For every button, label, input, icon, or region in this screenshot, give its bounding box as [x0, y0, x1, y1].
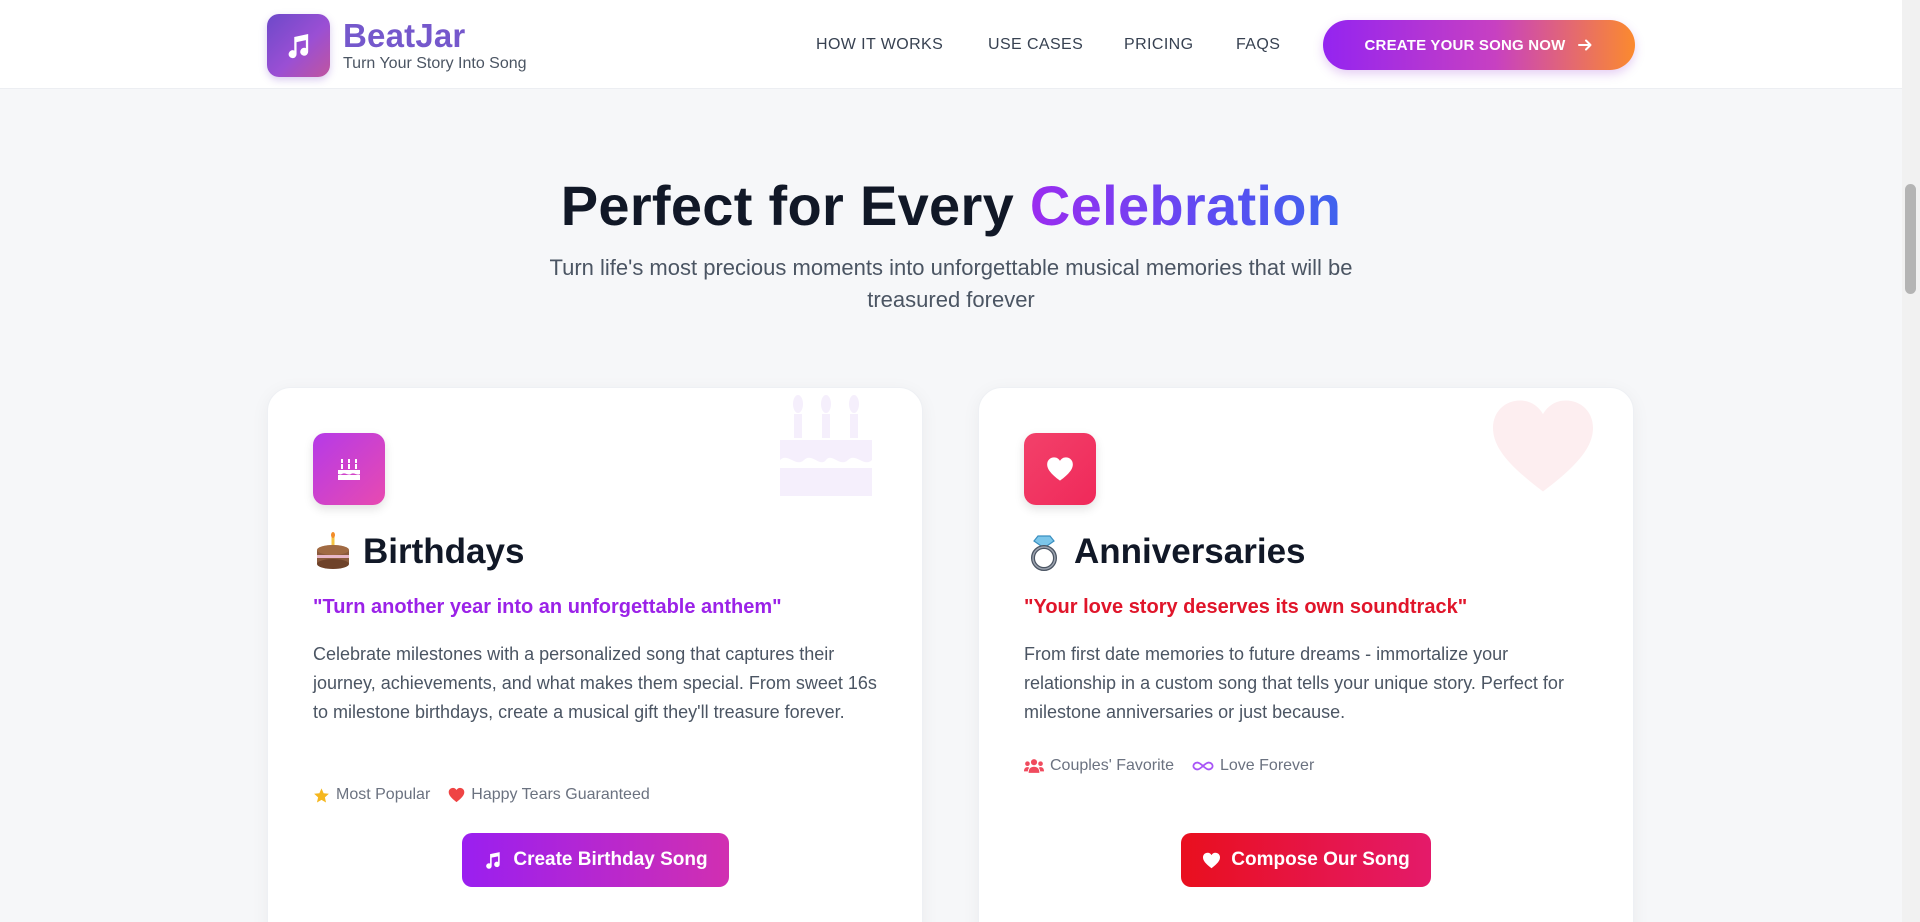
birthday-cake-icon	[313, 433, 385, 505]
nav-faqs[interactable]: FAQS	[1236, 35, 1280, 55]
arrow-right-icon	[1578, 39, 1592, 51]
section-title-accent: Celebration	[1029, 174, 1342, 237]
heart-icon	[1024, 433, 1096, 505]
logo[interactable]	[267, 14, 330, 77]
nav-pricing[interactable]: PRICING	[1124, 35, 1193, 55]
badge-love-forever: Love Forever	[1192, 757, 1314, 775]
badge-most-popular: Most Popular	[313, 786, 430, 804]
birthdays-card: Birthdays "Turn another year into an unf…	[267, 387, 923, 922]
music-note-icon	[486, 852, 501, 869]
anniversaries-title-row: Anniversaries	[1024, 530, 1306, 574]
infinity-icon	[1192, 761, 1214, 771]
badge-label: Couples' Favorite	[1050, 757, 1174, 774]
brand-tagline: Turn Your Story Into Song	[343, 55, 527, 72]
birthdays-badges: Most Popular Happy Tears Guaranteed	[313, 785, 650, 805]
birthdays-quote: "Turn another year into an unforgettable…	[313, 596, 782, 618]
scrollbar-thumb[interactable]	[1905, 184, 1916, 294]
button-label: Compose Our Song	[1231, 849, 1410, 870]
heart-watermark-icon	[1493, 400, 1593, 492]
badge-happy-tears: Happy Tears Guaranteed	[448, 786, 650, 804]
create-song-button[interactable]: CREATE YOUR SONG NOW	[1323, 20, 1635, 70]
heart-icon	[448, 787, 465, 803]
scrollbar-track[interactable]	[1902, 0, 1920, 922]
badge-label: Love Forever	[1220, 757, 1315, 774]
section-title: Perfect for Every Celebration	[0, 170, 1902, 242]
create-birthday-song-button[interactable]: Create Birthday Song	[462, 833, 729, 887]
heart-icon	[1203, 852, 1221, 868]
nav-use-cases[interactable]: USE CASES	[988, 35, 1083, 55]
users-icon	[1024, 759, 1044, 773]
anniversaries-badges: Couples' Favorite Love Forever	[1024, 756, 1314, 776]
cake-emoji-icon	[317, 532, 349, 569]
brand-name[interactable]: BeatJar	[343, 17, 465, 55]
section-subtitle: Turn life's most precious moments into u…	[549, 255, 1353, 312]
site-header: BeatJar Turn Your Story Into Song HOW IT…	[0, 0, 1902, 89]
create-song-label: CREATE YOUR SONG NOW	[1364, 36, 1566, 54]
star-icon	[314, 787, 329, 803]
music-note-icon	[288, 34, 309, 59]
birthdays-title: Birthdays	[363, 532, 525, 571]
compose-our-song-button[interactable]: Compose Our Song	[1181, 833, 1431, 887]
ring-emoji-icon	[1031, 535, 1057, 571]
birthdays-title-row: Birthdays	[313, 530, 524, 574]
badge-couples-favorite: Couples' Favorite	[1024, 757, 1174, 775]
cake-watermark-icon	[780, 395, 872, 496]
section-title-main: Perfect for Every	[560, 174, 1030, 237]
badge-label: Happy Tears Guaranteed	[471, 786, 650, 803]
nav-how-it-works[interactable]: HOW IT WORKS	[816, 35, 943, 55]
anniversaries-description: From first date memories to future dream…	[1024, 644, 1564, 722]
button-label: Create Birthday Song	[513, 849, 708, 870]
badge-label: Most Popular	[336, 786, 431, 803]
birthdays-description: Celebrate milestones with a personalized…	[313, 644, 877, 722]
anniversaries-title: Anniversaries	[1074, 532, 1306, 571]
anniversaries-card: Anniversaries "Your love story deserves …	[978, 387, 1634, 922]
anniversaries-quote: "Your love story deserves its own soundt…	[1024, 596, 1468, 618]
